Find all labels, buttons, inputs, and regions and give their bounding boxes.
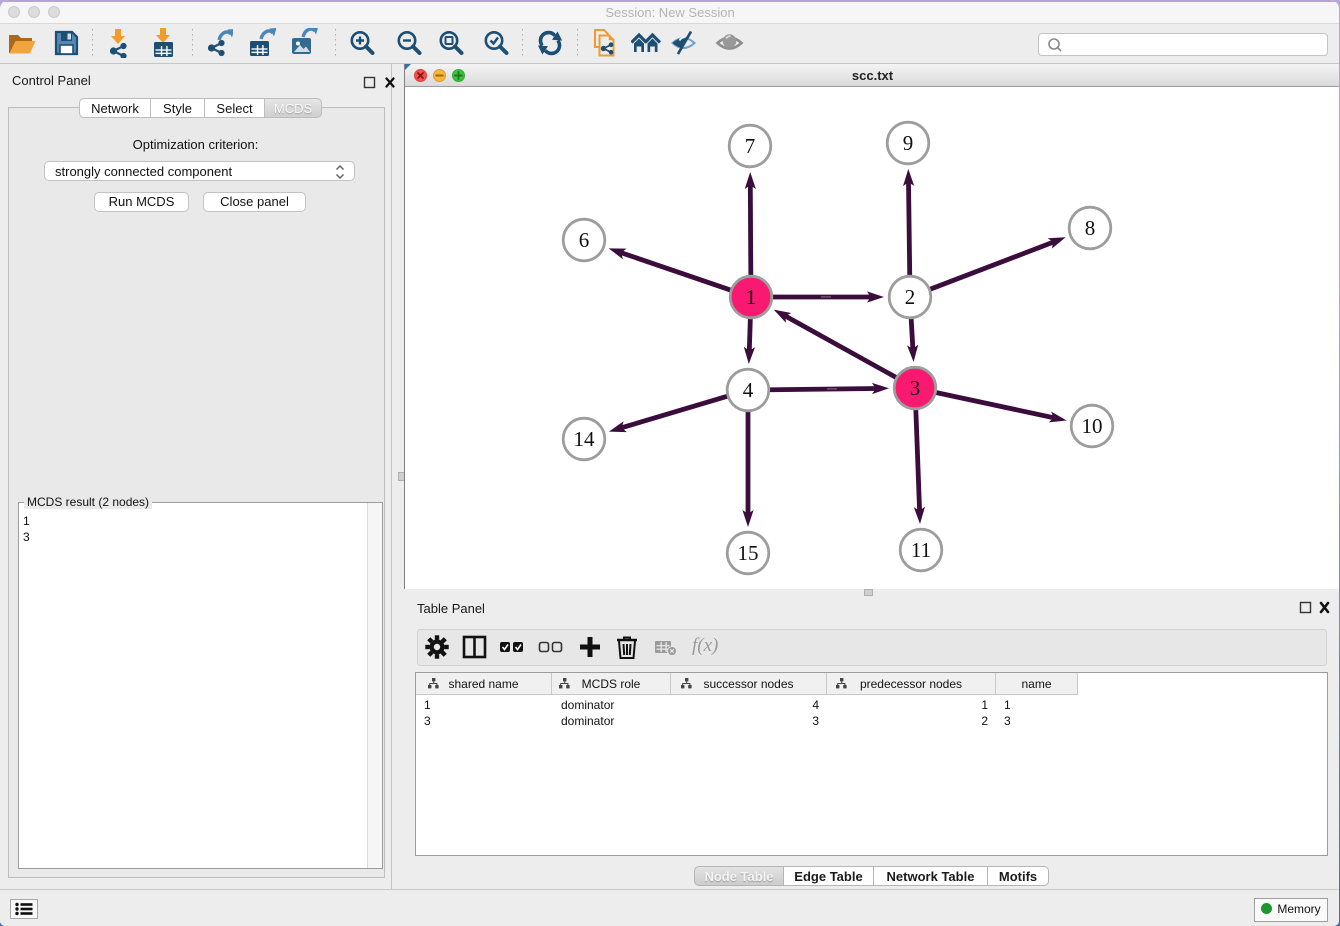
svg-text:15: 15	[738, 541, 759, 565]
svg-text:10: 10	[1082, 414, 1103, 438]
svg-text:3: 3	[910, 376, 921, 400]
svg-text:4: 4	[743, 378, 754, 402]
svg-text:8: 8	[1085, 216, 1096, 240]
svg-text:11: 11	[911, 538, 931, 562]
svg-text:9: 9	[903, 131, 914, 155]
svg-text:7: 7	[745, 134, 756, 158]
svg-text:1: 1	[746, 285, 757, 309]
svg-text:2: 2	[905, 285, 916, 309]
svg-text:6: 6	[579, 228, 590, 252]
svg-text:14: 14	[574, 427, 596, 451]
